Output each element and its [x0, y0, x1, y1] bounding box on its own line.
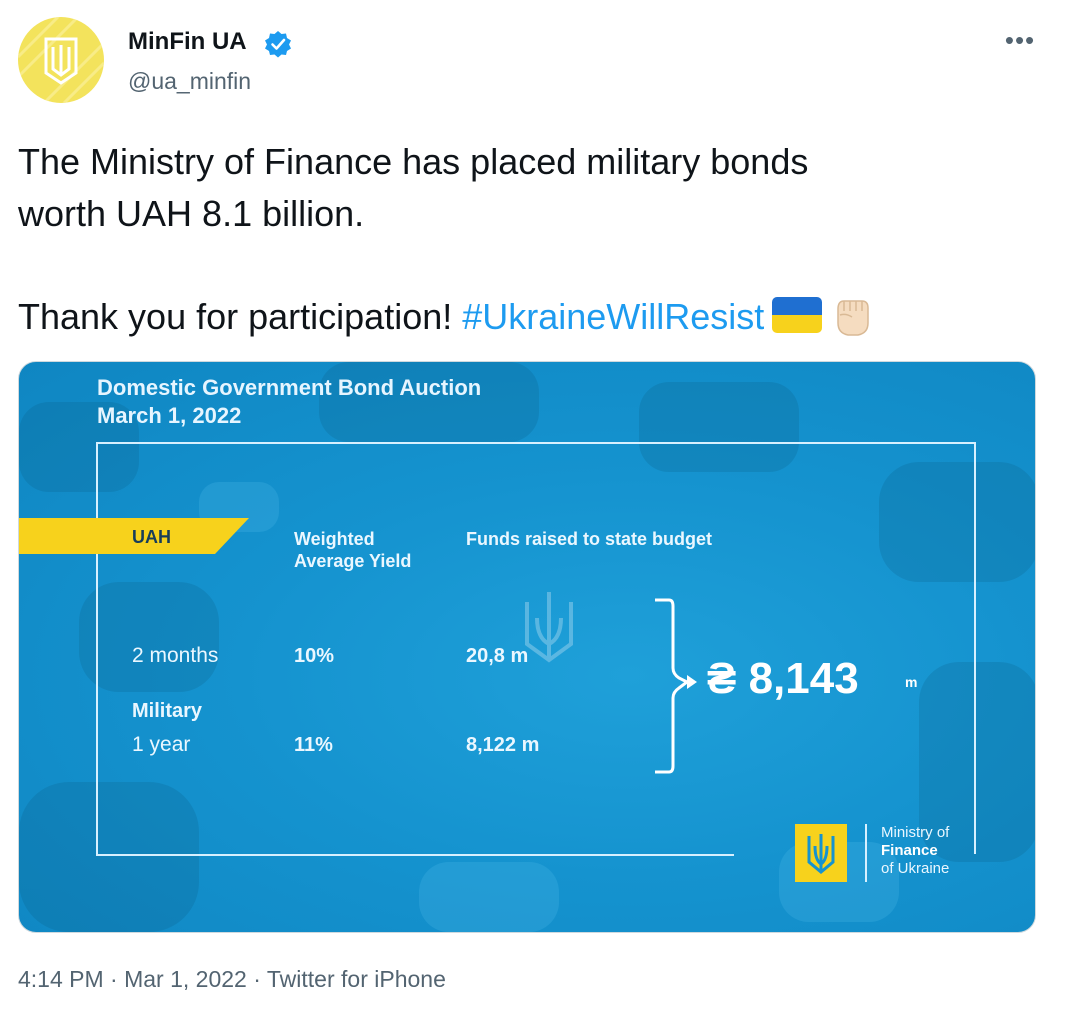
separator: ·: [246, 966, 267, 992]
column-header-funds: Funds raised to state budget: [466, 529, 713, 549]
hashtag-link[interactable]: #UkraineWillResist: [462, 296, 764, 337]
tweet-text-line-1: The Ministry of Finance has placed milit…: [18, 141, 809, 182]
tweet-text-line-3: Thank you for participation! #UkraineWil…: [18, 291, 876, 339]
logo-divider: [865, 824, 867, 882]
tweet-source[interactable]: Twitter for iPhone: [267, 966, 446, 992]
separator: ·: [103, 966, 125, 992]
display-name[interactable]: MinFin UA: [128, 28, 247, 56]
row-funds: 20,8 m: [466, 645, 529, 667]
currency-label: UAH: [132, 527, 171, 547]
raised-fist-icon: [828, 291, 876, 339]
ukraine-flag-icon: [772, 297, 823, 333]
tweet-image[interactable]: Domestic Government Bond Auction March 1…: [18, 361, 1036, 933]
tweet-metadata: 4:14 PM · Mar 1, 2022 · Twitter for iPho…: [18, 966, 446, 993]
column-header-yield: Weighted Average Yield: [294, 529, 412, 571]
tweet-date[interactable]: Mar 1, 2022: [124, 966, 247, 992]
row-term-prefix: Military: [132, 700, 203, 722]
tweet-text-line-2: worth UAH 8.1 billion.: [18, 193, 365, 234]
table-frame-bottom: [96, 854, 734, 856]
row-term: 2 months: [132, 644, 219, 667]
total-brace-icon: [655, 598, 697, 774]
ministry-logo-icon: [795, 824, 847, 882]
row-yield: 11%: [294, 734, 333, 756]
user-handle[interactable]: @ua_minfin: [128, 68, 251, 95]
card-title-line-2: March 1, 2022: [97, 403, 242, 428]
tweet-time[interactable]: 4:14 PM: [18, 966, 104, 992]
total-unit: m: [905, 674, 918, 690]
total-amount: ₴ 8,143: [707, 654, 859, 703]
trident-emblem-icon: [18, 17, 104, 103]
tweet-thanks-text: Thank you for participation!: [18, 296, 463, 337]
more-options-icon[interactable]: •••: [1002, 27, 1038, 54]
row-yield: 10%: [294, 645, 335, 667]
avatar[interactable]: [18, 17, 104, 103]
ministry-wordmark: Ministry of Finance of Ukraine: [881, 824, 950, 877]
row-funds: 8,122 m: [466, 734, 540, 756]
card-title: Domestic Government Bond Auction March 1…: [97, 374, 481, 430]
row-term: 1 year: [132, 733, 191, 756]
card-title-line-1: Domestic Government Bond Auction: [97, 375, 482, 400]
verified-badge-icon: [264, 30, 292, 58]
